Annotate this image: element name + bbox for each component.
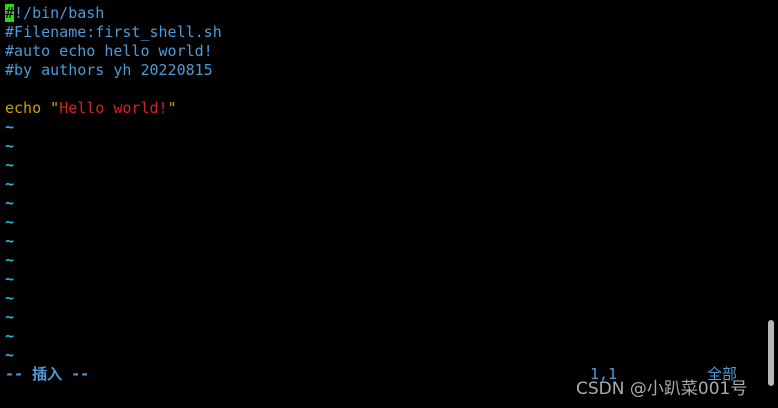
string-quote-open: "	[50, 99, 60, 117]
vertical-scrollbar[interactable]	[764, 0, 778, 408]
code-line-echo: echo "Hello world!"	[5, 99, 764, 118]
code-line-description: #auto echo hello world!	[5, 42, 213, 60]
code-line-filename: #Filename:first_shell.sh	[5, 23, 222, 41]
empty-line-marker: ~	[5, 118, 15, 136]
string-literal: Hello world!	[59, 99, 168, 117]
empty-line-marker: ~	[5, 308, 15, 326]
empty-line-marker: ~	[5, 251, 15, 269]
scrollbar-thumb[interactable]	[768, 320, 774, 386]
empty-line-marker: ~	[5, 289, 15, 307]
string-quote-close: "	[167, 99, 177, 117]
echo-keyword: echo	[5, 99, 42, 117]
shebang-text: !/bin/bash	[14, 4, 105, 22]
terminal-window[interactable]: #!/bin/bash #Filename:first_shell.sh #au…	[0, 0, 778, 408]
empty-line-marker: ~	[5, 156, 15, 174]
insert-mode-indicator: -- 插入 --	[5, 365, 90, 383]
code-line-author: #by authors yh 20220815	[5, 61, 213, 79]
vim-editor-buffer[interactable]: #!/bin/bash #Filename:first_shell.sh #au…	[5, 4, 764, 365]
empty-line-marker: ~	[5, 346, 15, 364]
csdn-watermark: CSDN @小趴菜001号	[576, 379, 748, 399]
empty-line-marker: ~	[5, 194, 15, 212]
empty-line-marker: ~	[5, 232, 15, 250]
empty-line-marker: ~	[5, 270, 15, 288]
empty-line-marker: ~	[5, 137, 15, 155]
text-cursor: #	[5, 4, 15, 22]
empty-line-marker: ~	[5, 213, 15, 231]
empty-line-marker: ~	[5, 327, 15, 345]
code-line-shebang: #!/bin/bash	[5, 4, 764, 23]
empty-line-marker: ~	[5, 175, 15, 193]
